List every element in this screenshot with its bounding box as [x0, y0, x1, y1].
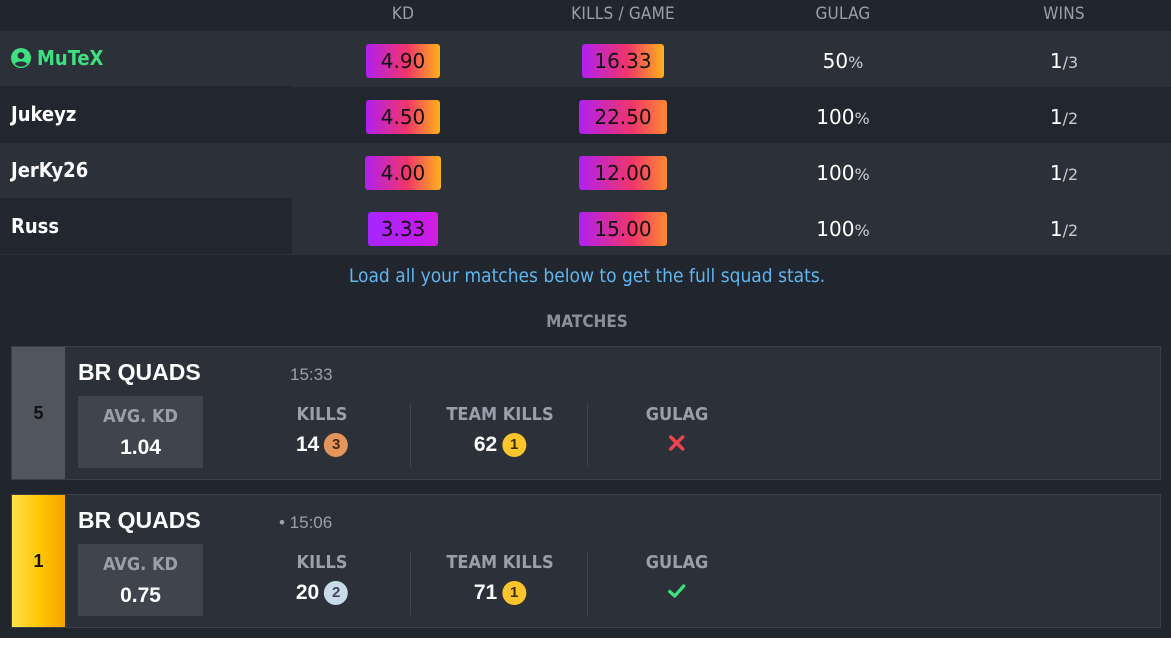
player-name[interactable]: JerKy26: [11, 158, 88, 182]
wins-number: 1: [1049, 49, 1063, 73]
player-row[interactable]: MuTeX 4.90 16.33 50% 1/3: [0, 31, 1171, 87]
kills-per-game-value: 16.33: [582, 44, 664, 78]
wins-total: /2: [1062, 221, 1079, 240]
gulag-number: 100: [816, 161, 855, 185]
gulag-value: 50%: [823, 49, 864, 73]
wins-total: /2: [1062, 109, 1079, 128]
team-kills-rank-badge: 1: [502, 433, 527, 457]
divider: [587, 403, 588, 467]
gulag-unit: %: [854, 221, 870, 240]
team-kills-label: TEAM KILLS: [446, 404, 554, 425]
divider: [410, 403, 411, 467]
player-name-text: MuTeX: [37, 46, 104, 70]
team-kills-value: 71: [473, 581, 498, 604]
kd-value: 4.00: [365, 156, 441, 190]
player-name[interactable]: MuTeX: [11, 46, 103, 70]
wins-value: 1/2: [1050, 161, 1078, 185]
x-icon: [669, 435, 685, 451]
player-row[interactable]: JerKy26 4.00 12.00 100% 1/2: [0, 143, 1171, 199]
kills-per-game-value: 15.00: [579, 212, 667, 246]
avg-kd-label: AVG. KD: [103, 406, 178, 427]
kills-label: KILLS: [296, 404, 348, 425]
kd-value: 4.90: [366, 44, 440, 78]
gulag-unit: %: [854, 165, 870, 184]
match-card[interactable]: 5 BR QUADS 15:33 AVG. KD 1.04 KILLS 14 3 …: [11, 346, 1161, 480]
header-kd[interactable]: KD: [392, 4, 414, 24]
avg-kd-value: 0.75: [120, 584, 161, 607]
wins-total: /3: [1062, 53, 1079, 72]
match-mode: BR QUADS: [78, 359, 201, 385]
matches-title: MATCHES: [546, 312, 628, 332]
kills-stat: KILLS 14 3: [295, 404, 349, 457]
match-time: • 15:06: [279, 513, 333, 532]
divider: [587, 551, 588, 615]
team-kills-rank-badge: 1: [502, 581, 527, 605]
check-icon: [668, 584, 686, 598]
avg-kd-value: 1.04: [120, 436, 161, 459]
kills-rank-badge: 2: [324, 581, 349, 605]
team-kills-stat: TEAM KILLS 71 1: [446, 552, 554, 605]
match-card[interactable]: 1 BR QUADS • 15:06 AVG. KD 0.75 KILLS 20…: [11, 494, 1161, 628]
kd-value: 4.50: [366, 100, 440, 134]
gulag-stat: GULAG: [645, 552, 709, 601]
app: KD KILLS / GAME GULAG WINS MuTeX 4.90 16…: [0, 0, 1171, 638]
kills-label: KILLS: [296, 552, 348, 573]
gulag-stat: GULAG: [645, 404, 709, 453]
wins-value: 1/2: [1050, 105, 1078, 129]
player-name[interactable]: Jukeyz: [11, 102, 76, 126]
wins-number: 1: [1049, 217, 1063, 241]
gulag-number: 100: [816, 217, 855, 241]
player-row[interactable]: Jukeyz 4.50 22.50 100% 1/2: [0, 87, 1171, 143]
header-gulag[interactable]: GULAG: [816, 4, 871, 24]
team-kills-stat: TEAM KILLS 62 1: [446, 404, 554, 457]
stats-header: KD KILLS / GAME GULAG WINS: [0, 0, 1171, 30]
gulag-value: 100%: [816, 217, 869, 241]
wins-value: 1/3: [1050, 49, 1078, 73]
avg-kd-box: AVG. KD 0.75: [78, 544, 203, 616]
gulag-unit: %: [854, 109, 870, 128]
placement-badge: 1: [12, 495, 65, 627]
kills-per-game-value: 12.00: [579, 156, 667, 190]
match-mode: BR QUADS: [78, 507, 201, 533]
divider: [410, 551, 411, 615]
gulag-label: GULAG: [645, 404, 709, 425]
wins-total: /2: [1062, 165, 1079, 184]
team-kills-label: TEAM KILLS: [446, 552, 554, 573]
user-circle-icon: [11, 48, 31, 68]
wins-value: 1/2: [1050, 217, 1078, 241]
match-time: 15:33: [290, 365, 333, 384]
team-kills-value: 62: [473, 433, 498, 456]
wins-number: 1: [1049, 105, 1063, 129]
player-name[interactable]: Russ: [11, 214, 59, 238]
gulag-unit: %: [848, 53, 864, 72]
kills-value: 20: [295, 581, 320, 604]
kd-value: 3.33: [368, 212, 438, 246]
kills-stat: KILLS 20 2: [295, 552, 349, 605]
load-matches-hint[interactable]: Load all your matches below to get the f…: [349, 265, 825, 287]
kills-value: 14: [295, 433, 320, 456]
header-kills-per-game[interactable]: KILLS / GAME: [571, 4, 675, 24]
gulag-value: 100%: [816, 161, 869, 185]
header-wins[interactable]: WINS: [1043, 4, 1085, 24]
gulag-value: 100%: [816, 105, 869, 129]
placement-badge: 5: [12, 347, 65, 479]
kills-per-game-value: 22.50: [579, 100, 667, 134]
avg-kd-label: AVG. KD: [103, 554, 178, 575]
gulag-label: GULAG: [645, 552, 709, 573]
player-row[interactable]: Russ 3.33 15.00 100% 1/2: [0, 199, 1171, 255]
kills-rank-badge: 3: [324, 433, 349, 457]
wins-number: 1: [1049, 161, 1063, 185]
avg-kd-box: AVG. KD 1.04: [78, 396, 203, 468]
gulag-number: 100: [816, 105, 855, 129]
gulag-number: 50: [822, 49, 849, 73]
